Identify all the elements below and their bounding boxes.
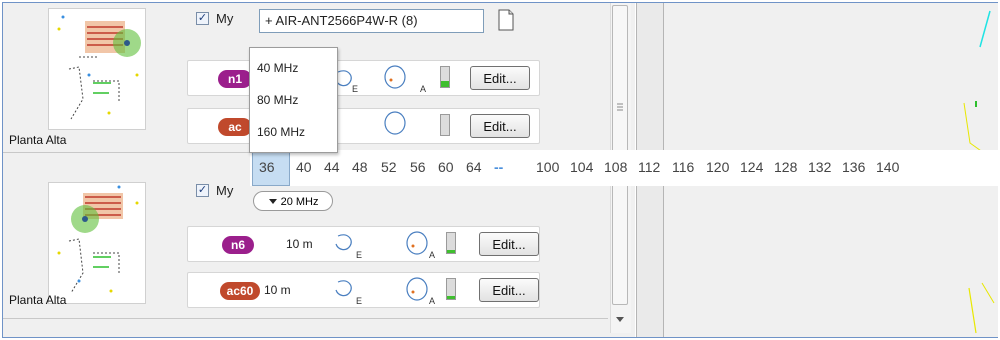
scroll-down-icon[interactable] xyxy=(614,312,626,322)
signal-meter xyxy=(440,114,450,136)
channel-option[interactable]: 136 xyxy=(842,159,865,175)
channel-width-dropdown[interactable]: 20 MHz xyxy=(253,191,333,211)
channel-option[interactable]: 100 xyxy=(536,159,559,175)
coverage-pattern-icon xyxy=(382,64,408,92)
band-badge: n1 xyxy=(218,70,252,88)
signal-meter xyxy=(446,278,456,300)
row-separator xyxy=(3,318,608,319)
antenna-combo[interactable]: + AIR-ANT2566P4W-R (8) xyxy=(259,9,484,33)
radius-value: 10 m xyxy=(286,237,313,251)
coverage-pattern-icon xyxy=(404,276,430,304)
channel-width-menu: 40 MHz 80 MHz 160 MHz xyxy=(249,47,338,153)
channel-option[interactable]: 104 xyxy=(570,159,593,175)
edit-button[interactable]: Edit... xyxy=(470,114,530,138)
floor-thumbnail[interactable] xyxy=(48,8,146,130)
e-label: E xyxy=(352,84,359,94)
a-label: A xyxy=(420,84,427,94)
channel-option[interactable]: 56 xyxy=(410,159,426,175)
channel-option[interactable]: 132 xyxy=(808,159,831,175)
floor-thumbnail[interactable] xyxy=(48,182,146,304)
edit-button[interactable]: Edit... xyxy=(470,66,530,90)
signal-meter xyxy=(440,66,450,88)
channel-option[interactable]: 40 xyxy=(296,159,312,175)
coverage-pattern-icon xyxy=(382,110,408,138)
radius-value: 10 m xyxy=(264,283,291,297)
channel-option[interactable]: 140 xyxy=(876,159,899,175)
coverage-pattern-icon xyxy=(334,278,356,302)
floor-label: Planta Alta xyxy=(9,293,67,307)
coverage-pattern-icon xyxy=(404,230,430,258)
channel-option[interactable]: 108 xyxy=(604,159,627,175)
menu-item-160mhz[interactable]: 160 MHz xyxy=(257,125,305,139)
channel-option[interactable]: 124 xyxy=(740,159,763,175)
band-badge: ac xyxy=(218,118,252,136)
floor-label: Planta Alta xyxy=(9,133,67,147)
menu-item-80mhz[interactable]: 80 MHz xyxy=(257,93,298,107)
edit-button[interactable]: Edit... xyxy=(479,232,539,256)
channel-option[interactable]: 116 xyxy=(672,159,694,175)
channel-option[interactable]: 120 xyxy=(706,159,729,175)
band-badge: n6 xyxy=(222,236,254,254)
channel-gap-separator: -- xyxy=(494,159,504,175)
e-label: E xyxy=(356,296,363,306)
channel-option[interactable]: 112 xyxy=(638,159,660,175)
a-label: A xyxy=(429,250,436,260)
channel-option[interactable]: 64 xyxy=(466,159,482,175)
my-label: My xyxy=(216,183,234,198)
channel-option[interactable]: 48 xyxy=(352,159,368,175)
channel-option[interactable]: 36 xyxy=(259,159,275,175)
channel-option[interactable]: 44 xyxy=(324,159,340,175)
dropdown-arrow-icon xyxy=(268,199,277,204)
channel-option[interactable]: 128 xyxy=(774,159,797,175)
channel-option[interactable]: 60 xyxy=(438,159,454,175)
my-checkbox[interactable]: ✓ xyxy=(196,12,209,25)
a-label: A xyxy=(429,296,436,306)
e-label: E xyxy=(356,250,363,260)
my-label: My xyxy=(216,11,234,26)
band-badge: ac60 xyxy=(220,282,260,300)
my-checkbox[interactable]: ✓ xyxy=(196,184,209,197)
document-icon[interactable] xyxy=(497,9,515,31)
edit-button[interactable]: Edit... xyxy=(479,278,539,302)
channel-width-value: 20 MHz xyxy=(280,196,319,208)
channel-option[interactable]: 52 xyxy=(381,159,397,175)
coverage-pattern-icon xyxy=(334,232,356,256)
signal-meter xyxy=(446,232,456,254)
menu-item-40mhz[interactable]: 40 MHz xyxy=(257,61,298,75)
